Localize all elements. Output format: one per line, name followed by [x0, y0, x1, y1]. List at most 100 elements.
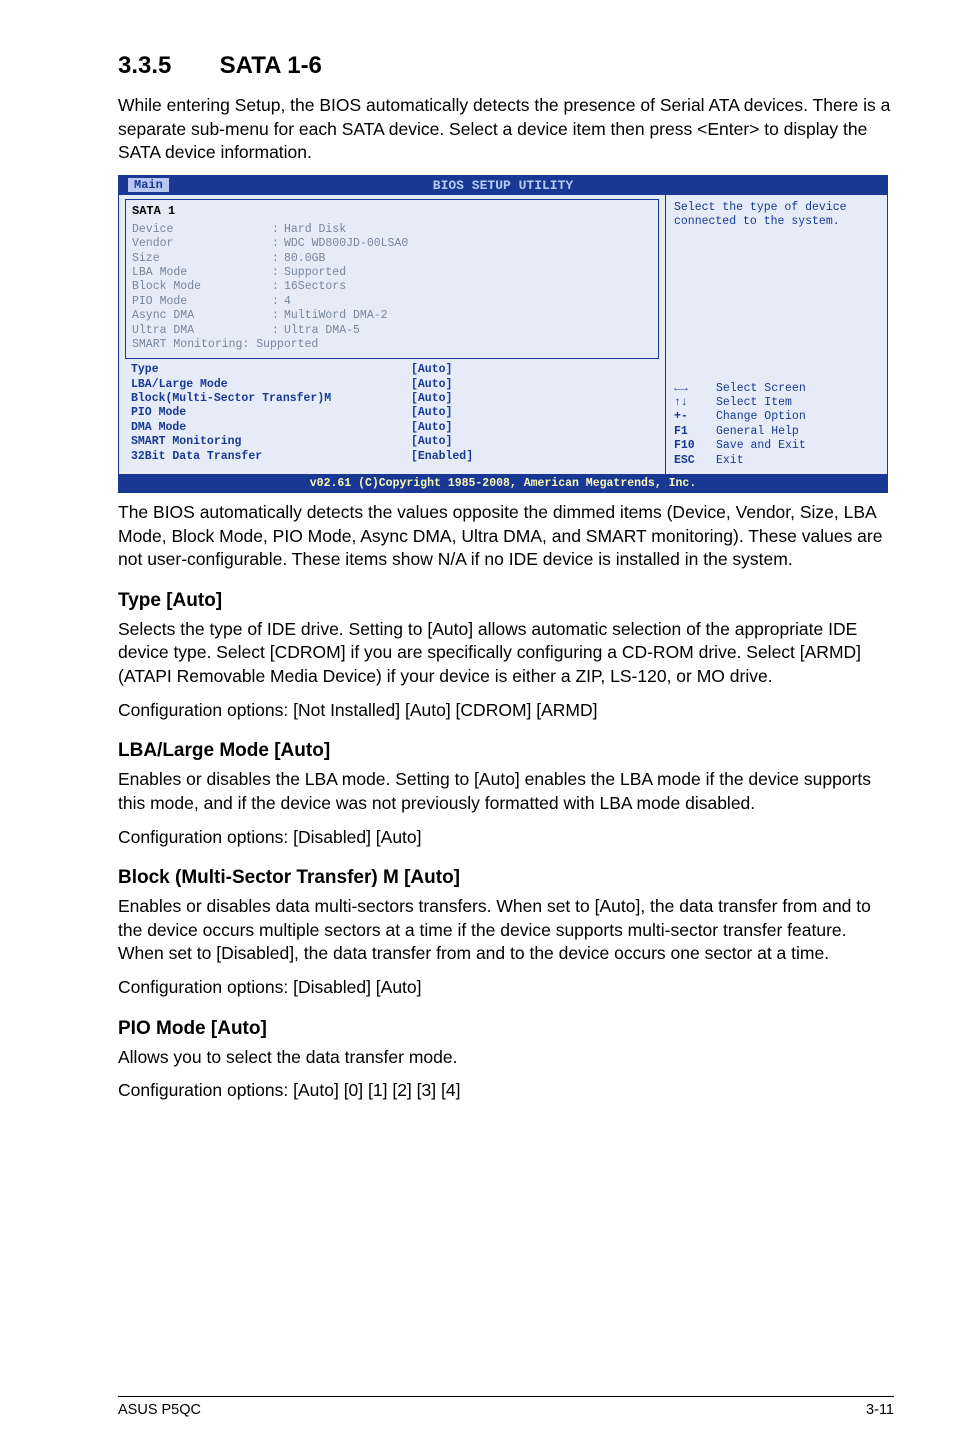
bios-info-value: Hard Disk: [284, 223, 346, 237]
bios-legend-row: F10 Save and Exit: [674, 439, 879, 453]
bios-right-panel: Select the type of device connected to t…: [666, 195, 887, 474]
body-paragraph: Enables or disables the LBA mode. Settin…: [118, 768, 894, 815]
bios-info-row: PIO Mode:4: [132, 295, 652, 309]
bios-sata-header: SATA 1: [132, 204, 652, 219]
bios-info-row: Async DMA:MultiWord DMA-2: [132, 309, 652, 323]
bios-option-value: [Auto]: [411, 392, 452, 406]
bios-info-value: 4: [284, 295, 291, 309]
body-paragraph: Configuration options: [Auto] [0] [1] [2…: [118, 1079, 894, 1103]
bios-info-value: 16Sectors: [284, 280, 346, 294]
bios-option-row: PIO Mode[Auto]: [131, 406, 653, 420]
bios-screenshot: Main BIOS SETUP UTILITY SATA 1 Device:Ha…: [118, 175, 888, 493]
arrow-up-down-icon: ↑↓: [674, 396, 688, 410]
bios-footer: v02.61 (C)Copyright 1985-2008, American …: [118, 474, 888, 493]
bios-legend-key: +-: [674, 410, 708, 424]
section-title-text: SATA 1-6: [220, 52, 322, 79]
bios-option-value: [Auto]: [411, 406, 452, 420]
bios-legend-text: General Help: [716, 425, 799, 439]
bios-option-label: LBA/Large Mode: [131, 378, 411, 392]
bios-option-row: SMART Monitoring[Auto]: [131, 435, 653, 449]
bios-legend-text: Select Screen: [716, 382, 806, 396]
intro-paragraph: While entering Setup, the BIOS automatic…: [118, 94, 894, 165]
bios-option-value: [Auto]: [411, 378, 452, 392]
bios-legend-row: +- Change Option: [674, 410, 879, 424]
bios-option-row: DMA Mode[Auto]: [131, 421, 653, 435]
bios-info-value: WDC WD800JD-00LSA0: [284, 237, 408, 251]
bios-option-value: [Auto]: [411, 363, 452, 377]
bios-option-row: Type[Auto]: [131, 363, 653, 377]
body-paragraph: Allows you to select the data transfer m…: [118, 1046, 894, 1070]
body-paragraph: Enables or disables data multi-sectors t…: [118, 895, 894, 966]
bios-legend-key: F10: [674, 439, 708, 453]
bios-legend-text: Save and Exit: [716, 439, 806, 453]
footer-page-number: 3-11: [866, 1402, 894, 1418]
bios-info-row: Block Mode:16Sectors: [132, 280, 652, 294]
page: 3.3.5 SATA 1-6 While entering Setup, the…: [0, 0, 954, 1438]
bios-title-text: BIOS SETUP UTILITY: [433, 178, 573, 193]
bios-info-row: Device:Hard Disk: [132, 223, 652, 237]
subsection-heading: LBA/Large Mode [Auto]: [118, 740, 894, 762]
subsection-heading: Type [Auto]: [118, 590, 894, 612]
bios-option-row: 32Bit Data Transfer[Enabled]: [131, 450, 653, 464]
bios-info-label: Device: [132, 223, 272, 237]
content-area: 3.3.5 SATA 1-6 While entering Setup, the…: [118, 52, 894, 1376]
bios-option-label: Type: [131, 363, 411, 377]
body-paragraph: Selects the type of IDE drive. Setting t…: [118, 618, 894, 689]
bios-help-text: Select the type of device connected to t…: [674, 201, 879, 230]
bios-options-list: Type[Auto]LBA/Large Mode[Auto]Block(Mult…: [125, 361, 659, 468]
bios-option-label: Block(Multi-Sector Transfer)M: [131, 392, 411, 406]
bios-info-row: Size:80.0GB: [132, 252, 652, 266]
bios-legend-row: ESC Exit: [674, 454, 879, 468]
bios-info-label: Async DMA: [132, 309, 272, 323]
bios-option-value: [Auto]: [411, 435, 452, 449]
bios-info-row: LBA Mode:Supported: [132, 266, 652, 280]
bios-info-label: PIO Mode: [132, 295, 272, 309]
bios-option-label: PIO Mode: [131, 406, 411, 420]
bios-option-row: LBA/Large Mode[Auto]: [131, 378, 653, 392]
bios-info-value: Supported: [284, 266, 346, 280]
bios-option-label: 32Bit Data Transfer: [131, 450, 411, 464]
bios-info-value: 80.0GB: [284, 252, 325, 266]
subsection-heading: PIO Mode [Auto]: [118, 1018, 894, 1040]
bios-legend-row: ←→ Select Screen: [674, 382, 879, 396]
bios-info-cell: SMART Monitoring: Supported: [132, 338, 318, 352]
bios-option-value: [Auto]: [411, 421, 452, 435]
body-paragraph: Configuration options: [Disabled] [Auto]: [118, 826, 894, 850]
bios-left-panel: SATA 1 Device:Hard DiskVendor:WDC WD800J…: [119, 195, 666, 474]
section-heading: 3.3.5 SATA 1-6: [118, 52, 894, 80]
bios-option-value: [Enabled]: [411, 450, 473, 464]
bios-legend-key: ESC: [674, 454, 708, 468]
bios-info-row: Ultra DMA:Ultra DMA-5: [132, 324, 652, 338]
bios-info-value: Ultra DMA-5: [284, 324, 360, 338]
bios-info-label: Block Mode: [132, 280, 272, 294]
page-footer: ASUS P5QC 3-11: [118, 1396, 894, 1418]
after-bios-paragraph: The BIOS automatically detects the value…: [118, 501, 894, 572]
bios-info-value: MultiWord DMA-2: [284, 309, 388, 323]
subsection-heading: Block (Multi-Sector Transfer) M [Auto]: [118, 867, 894, 889]
bios-legend-row: ↑↓ Select Item: [674, 396, 879, 410]
bios-body: SATA 1 Device:Hard DiskVendor:WDC WD800J…: [118, 195, 888, 474]
bios-legend-text: Change Option: [716, 410, 806, 424]
bios-legend-key: ←→: [674, 382, 708, 396]
bios-legend-key: F1: [674, 425, 708, 439]
bios-info-label: Ultra DMA: [132, 324, 272, 338]
bios-legend-row: F1 General Help: [674, 425, 879, 439]
bios-legend-key: ↑↓: [674, 396, 708, 410]
bios-info-label: Size: [132, 252, 272, 266]
bios-legend-text: Exit: [716, 454, 744, 468]
body-paragraph: Configuration options: [Disabled] [Auto]: [118, 976, 894, 1000]
bios-info-row: Vendor:WDC WD800JD-00LSA0: [132, 237, 652, 251]
bios-info-label: LBA Mode: [132, 266, 272, 280]
body-paragraph: Configuration options: [Not Installed] […: [118, 699, 894, 723]
bios-legend-text: Select Item: [716, 396, 792, 410]
bios-option-row: Block(Multi-Sector Transfer)M[Auto]: [131, 392, 653, 406]
section-number: 3.3.5: [118, 52, 213, 80]
bios-option-label: DMA Mode: [131, 421, 411, 435]
arrow-left-right-icon: ←→: [674, 382, 688, 396]
bios-tab-main: Main: [127, 177, 170, 192]
bios-device-info-box: SATA 1 Device:Hard DiskVendor:WDC WD800J…: [125, 199, 659, 359]
bios-title-bar: Main BIOS SETUP UTILITY: [118, 175, 888, 195]
footer-product: ASUS P5QC: [118, 1402, 201, 1418]
bios-option-label: SMART Monitoring: [131, 435, 411, 449]
bios-info-row: SMART Monitoring: Supported: [132, 338, 652, 352]
